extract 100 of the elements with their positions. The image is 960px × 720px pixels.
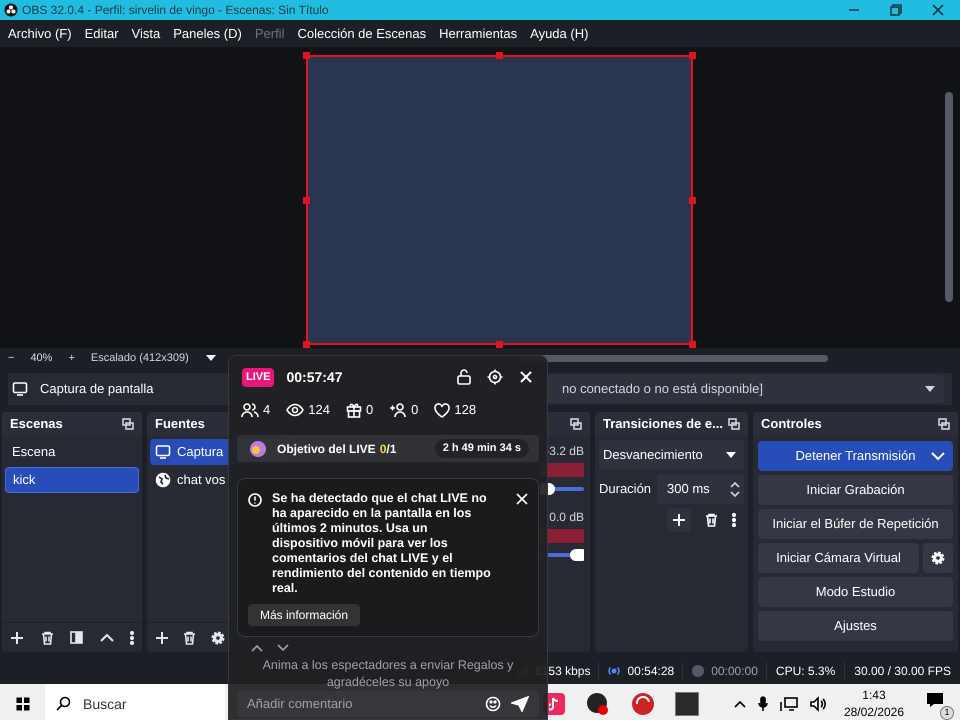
clock-time: 1:43 <box>862 687 886 704</box>
close-icon <box>932 4 944 16</box>
zoom-in-button[interactable]: + <box>68 350 75 366</box>
add-icon <box>155 630 169 644</box>
menu-item[interactable]: Paneles (D) <box>173 24 242 44</box>
app-logo-icon <box>4 3 18 17</box>
transition-dropdown[interactable]: Desvanecimiento <box>599 440 744 470</box>
scene-item[interactable]: Escena <box>5 439 139 465</box>
duration-spinbox[interactable]: 300 ms <box>657 474 744 504</box>
settings-icon <box>487 369 503 386</box>
close-icon <box>519 370 533 384</box>
menu-item[interactable]: Colección de Escenas <box>297 24 426 44</box>
zoom-level: 40% <box>30 350 52 366</box>
menu-item[interactable]: Editar <box>84 24 119 44</box>
stat-count: 128 <box>454 401 476 420</box>
duration-label: Duración <box>599 480 652 498</box>
windows-icon <box>14 696 30 712</box>
live-badge: LIVE <box>242 368 274 387</box>
volume-reading: 0.0 dB <box>549 509 584 526</box>
warning-icon <box>248 492 262 507</box>
undock-icon <box>938 418 950 430</box>
dock-title: Escenas <box>10 415 63 434</box>
comment-field[interactable]: Añadir comentario <box>237 690 539 718</box>
resize-handle[interactable] <box>496 341 502 348</box>
unlock-icon <box>457 369 471 386</box>
menu-item[interactable]: Vista <box>132 24 160 44</box>
control-button[interactable]: Iniciar el Búfer de Repetición <box>758 509 953 539</box>
resize-handle[interactable] <box>496 52 502 59</box>
control-button[interactable]: Detener Transmisión <box>758 441 953 471</box>
control-button[interactable]: Iniciar Cámara Virtual <box>758 543 919 573</box>
record-icon <box>691 664 706 678</box>
stat-count: 0 <box>411 401 418 420</box>
vertical-scrollbar[interactable] <box>945 92 953 302</box>
source-label: chat vos <box>177 471 226 490</box>
globe-icon <box>155 472 171 488</box>
microphone-icon <box>758 696 768 712</box>
source-name: Captura de pantalla <box>40 380 154 398</box>
gear-icon <box>210 630 226 646</box>
cpu-usage: CPU: 5.3% <box>776 664 836 678</box>
more-info-button[interactable]: Más información <box>248 604 360 626</box>
dock-title: Transiciones de e... <box>603 415 723 434</box>
streaming-icon <box>607 664 622 678</box>
add-icon <box>672 513 686 527</box>
gift-icon <box>346 402 362 418</box>
network-icon <box>780 696 798 712</box>
scene-item[interactable]: kick <box>5 467 139 493</box>
goal-time-left: 2 h 49 min 34 s <box>434 439 529 458</box>
volume-reading: -3.2 dB <box>545 443 584 460</box>
menu-item[interactable]: Ayuda (H) <box>530 24 588 44</box>
resize-handle[interactable] <box>302 52 310 59</box>
stat-count: 4 <box>263 401 270 420</box>
stat-count: 0 <box>366 401 374 420</box>
dock-title: Fuentes <box>155 415 205 434</box>
people-icon <box>241 402 259 418</box>
stat-count: 124 <box>308 401 330 420</box>
control-button[interactable]: Ajustes <box>758 611 953 641</box>
trash-icon <box>183 630 196 644</box>
resize-handle[interactable] <box>688 52 696 59</box>
more-icon <box>130 630 134 644</box>
caret-down-icon <box>204 354 217 362</box>
zoom-out-button[interactable]: − <box>8 350 14 366</box>
add-icon <box>10 630 24 644</box>
control-button[interactable]: Iniciar Grabación <box>758 475 953 505</box>
music-note-icon <box>549 697 559 711</box>
record-time: 00:00:00 <box>711 663 758 680</box>
window-title: OBS 32.0.4 - Perfil: sirvelin de vingo - Escenas: Sin Título <box>22 2 329 19</box>
goal-badge-icon <box>247 440 269 458</box>
resize-handle[interactable] <box>302 341 310 348</box>
settings-button[interactable] <box>923 543 953 573</box>
live-duration: 00:57:47 <box>286 368 342 387</box>
heart-icon <box>434 402 450 418</box>
dock-title: Controles <box>761 415 822 434</box>
add-button[interactable] <box>667 508 691 532</box>
more-icon <box>732 513 736 527</box>
live-goal-card[interactable]: Objetivo del LIVE 0/1 2 h 49 min 34 s <box>237 435 539 462</box>
undock-icon <box>570 418 582 430</box>
menu-item[interactable]: Archivo (F) <box>8 24 72 44</box>
undock-icon <box>122 418 134 430</box>
chevron-up-icon <box>734 700 746 708</box>
taskbar-search-field[interactable]: Buscar <box>45 684 225 720</box>
menu-item[interactable]: Herramientas <box>439 24 518 44</box>
control-button[interactable]: Modo Estudio <box>758 577 953 607</box>
trash-icon <box>705 513 718 527</box>
recorder-app-icon <box>585 691 611 717</box>
game-app-icon[interactable] <box>675 692 699 716</box>
clock-date: 28/02/2026 <box>844 704 904 720</box>
volume-icon <box>810 696 828 712</box>
stream-time: 00:54:28 <box>627 663 674 680</box>
resize-handle[interactable] <box>688 341 696 348</box>
scale-label: Escalado (412x309) <box>90 350 189 366</box>
goal-total: /1 <box>386 440 396 458</box>
caret-down-icon <box>924 385 936 393</box>
chevron-up-icon <box>730 482 740 488</box>
chevron-up-icon <box>100 632 114 642</box>
add-user-icon <box>389 402 408 418</box>
resize-handle[interactable] <box>302 197 310 204</box>
eye-icon <box>286 403 304 418</box>
restore-icon <box>890 4 902 16</box>
search-icon <box>55 696 71 712</box>
chevron-down-icon <box>931 451 945 461</box>
